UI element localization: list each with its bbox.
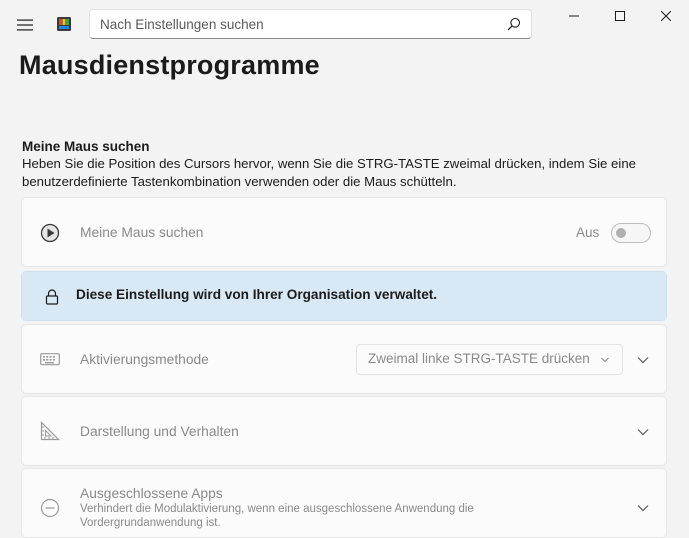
appearance-icon — [40, 421, 60, 441]
enable-label: Meine Maus suchen — [80, 225, 204, 240]
find-mouse-icon — [40, 223, 60, 243]
close-icon — [661, 11, 671, 21]
activation-method-label: Aktivierungsmethode — [80, 352, 209, 367]
appearance-behavior-card[interactable]: Darstellung und Verhalten — [21, 396, 667, 466]
search-box[interactable] — [89, 9, 532, 39]
powertoys-icon — [57, 17, 71, 31]
search-input[interactable] — [100, 10, 490, 38]
policy-info-text: Diese Einstellung wird von Ihrer Organis… — [76, 287, 438, 302]
title-bar — [0, 0, 689, 48]
activation-method-selected: Zweimal linke STRG-TASTE drücken — [368, 351, 590, 366]
chevron-down-icon[interactable] — [636, 353, 650, 367]
activation-method-card[interactable]: Aktivierungsmethode Zweimal linke STRG-T… — [21, 324, 667, 394]
maximize-icon — [615, 11, 625, 21]
appearance-label: Darstellung und Verhalten — [80, 424, 239, 439]
close-button[interactable] — [643, 0, 689, 32]
block-icon — [40, 498, 60, 518]
chevron-down-icon[interactable] — [636, 425, 650, 439]
section-title: Meine Maus suchen — [22, 139, 150, 154]
keyboard-icon — [40, 349, 60, 369]
toggle-state-label: Aus — [576, 225, 600, 240]
hamburger-icon — [17, 19, 33, 31]
lock-icon — [42, 287, 62, 307]
excluded-apps-label: Ausgeschlossene Apps — [80, 486, 223, 501]
hamburger-menu-button[interactable] — [10, 10, 40, 40]
page-title: Mausdienstprogramme — [19, 50, 320, 80]
enable-toggle[interactable] — [611, 223, 651, 243]
section-description: Heben Sie die Position des Cursors hervo… — [22, 156, 636, 189]
toggle-knob — [616, 228, 626, 238]
search-icon[interactable] — [507, 17, 521, 31]
excluded-apps-description: Verhindert die Modulaktivierung, wenn ei… — [80, 503, 474, 529]
chevron-down-icon[interactable] — [636, 501, 650, 515]
minimize-button[interactable] — [551, 0, 597, 32]
enable-find-my-mouse-card: Meine Maus suchen Aus — [21, 197, 667, 267]
chevron-down-icon — [601, 357, 609, 363]
maximize-button[interactable] — [597, 0, 643, 32]
activation-method-dropdown[interactable]: Zweimal linke STRG-TASTE drücken — [356, 344, 623, 375]
policy-info-bar: Diese Einstellung wird von Ihrer Organis… — [21, 271, 667, 321]
minimize-icon — [569, 15, 579, 17]
